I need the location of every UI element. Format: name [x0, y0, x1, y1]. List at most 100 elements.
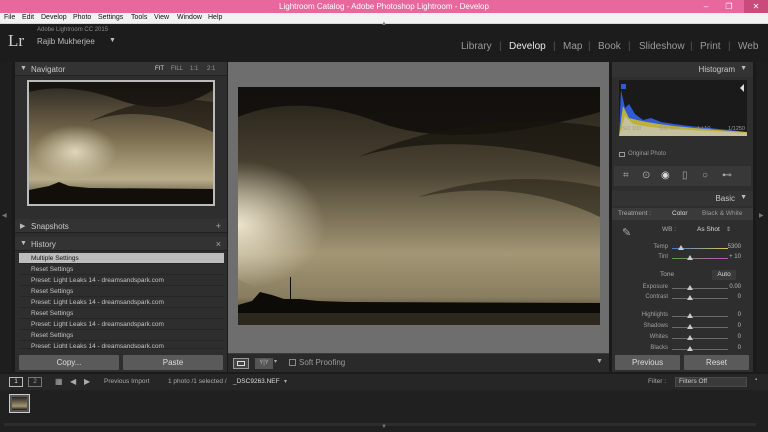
history-item[interactable]: Multiple Settings	[19, 253, 224, 264]
zoom-2-1[interactable]: 2:1	[207, 66, 215, 72]
filter-select[interactable]: Filters Off	[675, 377, 747, 387]
soft-proofing-checkbox[interactable]	[289, 359, 296, 366]
contrast-slider[interactable]: Contrast 0	[612, 293, 753, 303]
treatment-color-option[interactable]: Color	[672, 210, 688, 217]
navigator-header[interactable]: ▼ Navigator FIT FILL 1:1 2:1	[15, 62, 227, 76]
collapse-left-arrow-icon[interactable]: ◀	[2, 212, 7, 219]
image-area	[228, 62, 609, 353]
menu-edit[interactable]: Edit	[22, 14, 34, 21]
menu-file[interactable]: File	[4, 14, 15, 21]
back-arrow-icon[interactable]: ◀	[70, 377, 76, 386]
add-snapshot-icon[interactable]: +	[216, 221, 221, 231]
original-photo-checkbox[interactable]	[619, 152, 625, 157]
clear-history-icon[interactable]: ×	[216, 239, 221, 249]
blacks-slider[interactable]: Blacks 0	[612, 344, 753, 351]
chevron-down-icon[interactable]: ▾	[274, 358, 277, 365]
before-after-button[interactable]: Y|Y	[255, 358, 273, 369]
snapshots-header[interactable]: ▶ Snapshots +	[15, 219, 227, 233]
reset-button[interactable]: Reset	[684, 355, 749, 370]
auto-tone-button[interactable]: Auto	[712, 270, 736, 280]
histogram-title: Histogram	[698, 65, 735, 74]
history-item[interactable]: Reset Settings	[19, 264, 224, 275]
temp-slider[interactable]: Temp 5300	[612, 243, 753, 253]
shutter-info: 1/1250	[728, 126, 745, 132]
module-book[interactable]: Book	[598, 41, 621, 52]
menu-develop[interactable]: Develop	[41, 14, 67, 21]
menu-window[interactable]: Window	[177, 14, 202, 21]
copy-button[interactable]: Copy...	[19, 355, 119, 370]
zoom-fill[interactable]: FILL	[171, 66, 183, 72]
module-develop[interactable]: Develop	[509, 41, 546, 52]
previous-button[interactable]: Previous	[615, 355, 680, 370]
chevron-down-icon[interactable]: ▾	[284, 378, 287, 385]
close-button[interactable]: ✕	[744, 0, 768, 13]
chevron-down-icon[interactable]: ⇕	[726, 226, 731, 233]
filter-lock-icon[interactable]: ▪	[755, 377, 757, 383]
collapse-right-arrow-icon[interactable]: ▶	[759, 212, 764, 219]
aperture-info: ƒ / 10	[696, 126, 711, 132]
menu-tools[interactable]: Tools	[131, 14, 147, 21]
red-eye-icon[interactable]: ◉	[661, 170, 670, 181]
user-name[interactable]: Rajib Mukherjee	[37, 37, 95, 46]
spot-removal-icon[interactable]: ⊙	[642, 170, 650, 181]
page-2-button[interactable]: 2	[28, 377, 42, 387]
filter-label: Filter :	[648, 378, 667, 385]
history-item[interactable]: Preset: Light Leaks 14 - dreamsandspark.…	[19, 297, 224, 308]
crop-tool-icon[interactable]: ⌗	[623, 170, 629, 181]
module-web[interactable]: Web	[738, 41, 758, 52]
menu-settings[interactable]: Settings	[98, 14, 123, 21]
filmstrip: ▼	[0, 390, 768, 432]
chevron-down-icon[interactable]: ▼	[109, 37, 116, 44]
history-item[interactable]: Reset Settings	[19, 308, 224, 319]
histogram-graph[interactable]: ISO 100 105 mm ƒ / 10 1/1250	[619, 80, 747, 136]
menu-view[interactable]: View	[154, 14, 169, 21]
minimize-button[interactable]: –	[697, 0, 715, 13]
histogram-header[interactable]: Histogram ▼	[612, 62, 753, 77]
forward-arrow-icon[interactable]: ▶	[84, 377, 90, 386]
loupe-view-icon[interactable]	[233, 358, 249, 369]
menu-photo[interactable]: Photo	[73, 14, 91, 21]
paste-button[interactable]: Paste	[123, 355, 223, 370]
grid-view-icon[interactable]: ▦	[55, 377, 63, 386]
module-map[interactable]: Map	[563, 41, 582, 52]
treatment-bw-option[interactable]: Black & White	[702, 210, 742, 217]
history-item[interactable]: Preset: Light Leaks 14 - dreamsandspark.…	[19, 275, 224, 286]
highlights-slider[interactable]: Highlights 0	[612, 311, 753, 321]
history-item[interactable]: Preset: Light Leaks 14 - dreamsandspark.…	[19, 341, 224, 349]
source-label[interactable]: Previous Import	[104, 378, 150, 385]
right-edge[interactable]: ▶	[756, 62, 768, 372]
radial-filter-icon[interactable]: ○	[702, 170, 708, 181]
navigator-preview[interactable]	[27, 80, 215, 206]
history-title: History	[31, 240, 56, 249]
filename-label[interactable]: _DSC9263.NEF	[233, 378, 280, 385]
graduated-filter-icon[interactable]: ▯	[682, 170, 688, 181]
history-item[interactable]: Preset: Light Leaks 14 - dreamsandspark.…	[19, 319, 224, 330]
module-library[interactable]: Library	[461, 41, 492, 52]
soft-proofing-label: Soft Proofing	[299, 358, 346, 367]
adjustment-brush-icon[interactable]: ⊷	[722, 170, 732, 181]
collapse-bottom-arrow-icon[interactable]: ▼	[0, 424, 768, 430]
menu-help[interactable]: Help	[208, 14, 222, 21]
whites-slider[interactable]: Whites 0	[612, 333, 753, 343]
main-photo[interactable]	[238, 87, 600, 325]
module-slideshow[interactable]: Slideshow	[639, 41, 685, 52]
wb-eyedropper-icon[interactable]: ✎	[622, 226, 631, 239]
toolbar-menu-icon[interactable]: ▼	[596, 358, 603, 365]
shadows-slider[interactable]: Shadows 0	[612, 322, 753, 332]
module-print[interactable]: Print	[700, 41, 721, 52]
history-item[interactable]: Reset Settings	[19, 286, 224, 297]
zoom-fit[interactable]: FIT	[155, 66, 164, 72]
history-item[interactable]: Reset Settings	[19, 330, 224, 341]
history-header[interactable]: ▼ History ×	[15, 237, 227, 251]
page-1-button[interactable]: 1	[9, 377, 23, 387]
maximize-button[interactable]: ❐	[720, 0, 738, 13]
tint-slider[interactable]: Tint + 10	[612, 253, 753, 263]
wb-select[interactable]: As Shot	[697, 226, 720, 233]
filmstrip-thumbnail[interactable]	[9, 394, 30, 413]
zoom-1-1[interactable]: 1:1	[190, 66, 198, 72]
collapse-top-arrow-icon[interactable]: ▲	[0, 21, 768, 27]
window-title: Lightroom Catalog - Adobe Photoshop Ligh…	[279, 2, 489, 11]
basic-header[interactable]: Basic ▼	[612, 191, 753, 206]
left-edge[interactable]: ◀	[0, 62, 12, 372]
exposure-slider[interactable]: Exposure 0.00	[612, 283, 753, 293]
